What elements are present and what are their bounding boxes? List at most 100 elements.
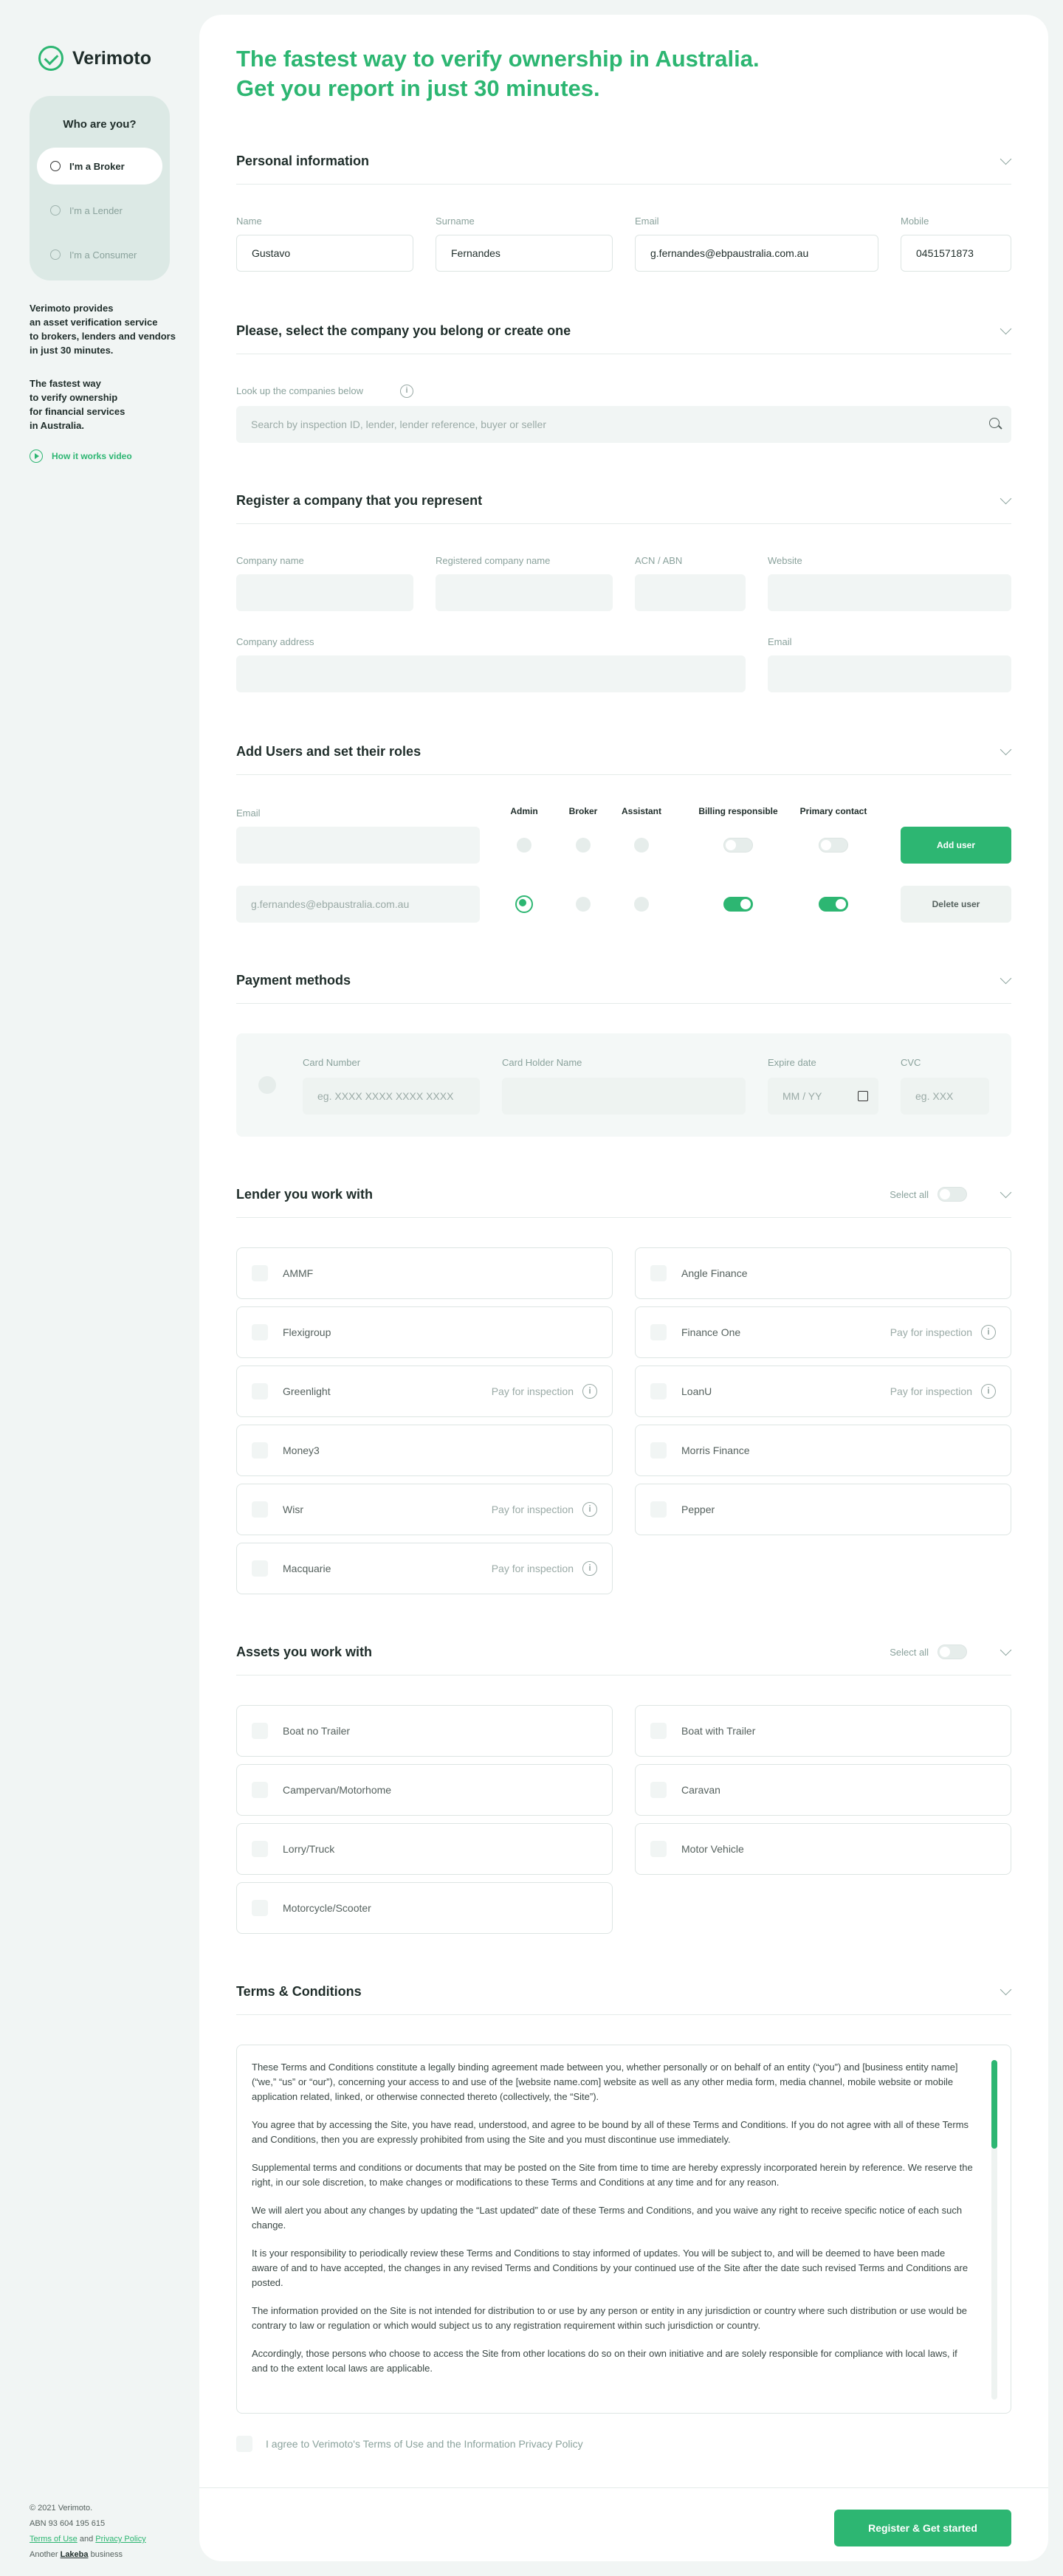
section-personal[interactable]: Personal information (236, 140, 1012, 185)
registered-name-field[interactable] (436, 574, 613, 611)
checkbox[interactable] (650, 1265, 667, 1281)
info-icon[interactable]: i (582, 1502, 597, 1517)
role-lender[interactable]: I'm a Lender (37, 192, 162, 229)
section-terms[interactable]: Terms & Conditions (236, 1971, 1012, 2015)
chevron-down-icon[interactable] (1000, 323, 1012, 335)
option-item[interactable]: LoanU Pay for inspection i (635, 1366, 1011, 1417)
checkbox[interactable] (252, 1841, 268, 1857)
option-item[interactable]: Money3 (236, 1425, 613, 1476)
website-field[interactable] (768, 574, 1011, 611)
option-item[interactable]: Motor Vehicle (635, 1823, 1011, 1875)
cvc-input[interactable]: eg. XXX (901, 1078, 989, 1115)
checkbox[interactable] (650, 1723, 667, 1739)
new-user-email-input[interactable] (236, 827, 480, 864)
checkbox[interactable] (252, 1560, 268, 1577)
delete-user-button[interactable]: Delete user (901, 886, 1011, 923)
checkbox[interactable] (252, 1501, 268, 1518)
option-item[interactable]: Caravan (635, 1764, 1011, 1816)
option-item[interactable]: Lorry/Truck (236, 1823, 613, 1875)
option-item[interactable]: AMMF (236, 1247, 613, 1299)
chevron-down-icon[interactable] (1000, 492, 1012, 505)
broker-radio[interactable] (576, 897, 591, 912)
checkbox[interactable] (650, 1442, 667, 1459)
scrollbar-thumb[interactable] (991, 2060, 997, 2149)
checkbox[interactable] (650, 1782, 667, 1798)
option-item[interactable]: Campervan/Motorhome (236, 1764, 613, 1816)
payment-radio[interactable] (258, 1076, 276, 1094)
option-item[interactable]: Boat with Trailer (635, 1705, 1011, 1757)
option-item[interactable]: Pepper (635, 1484, 1011, 1535)
checkbox[interactable] (252, 1900, 268, 1916)
option-item[interactable]: Greenlight Pay for inspection i (236, 1366, 613, 1417)
option-item[interactable]: Wisr Pay for inspection i (236, 1484, 613, 1535)
checkbox[interactable] (252, 1383, 268, 1399)
info-icon[interactable]: i (981, 1325, 996, 1340)
section-register-company[interactable]: Register a company that you represent (236, 480, 1012, 524)
option-item[interactable]: Motorcycle/Scooter (236, 1882, 613, 1934)
add-user-button[interactable]: Add user (901, 827, 1011, 864)
billing-toggle[interactable] (723, 838, 753, 853)
calendar-icon[interactable] (858, 1091, 868, 1101)
address-field[interactable] (236, 655, 746, 692)
select-all-toggle[interactable] (938, 1187, 967, 1202)
email-field[interactable]: g.fernandes@ebpaustralia.com.au (635, 235, 878, 272)
chevron-down-icon[interactable] (1000, 1983, 1012, 1996)
checkbox[interactable] (650, 1324, 667, 1340)
checkbox[interactable] (650, 1383, 667, 1399)
logo[interactable]: Verimoto (38, 46, 151, 71)
option-item[interactable]: Angle Finance (635, 1247, 1011, 1299)
option-item[interactable]: Morris Finance (635, 1425, 1011, 1476)
how-it-works-link[interactable]: How it works video (30, 450, 132, 463)
company-search-input[interactable]: Search by inspection ID, lender, lender … (236, 406, 1011, 443)
chevron-down-icon[interactable] (1000, 153, 1012, 165)
checkbox[interactable] (650, 1841, 667, 1857)
role-broker[interactable]: I'm a Broker (37, 148, 162, 185)
terms-link[interactable]: Terms of Use (30, 2535, 78, 2544)
chevron-down-icon[interactable] (1000, 743, 1012, 756)
company-name-field[interactable] (236, 574, 413, 611)
assets-select-all[interactable]: Select all (890, 1645, 967, 1659)
acn-field[interactable] (635, 574, 746, 611)
section-payment[interactable]: Payment methods (236, 960, 1012, 1004)
name-field[interactable]: Gustavo (236, 235, 413, 272)
chevron-down-icon[interactable] (1000, 1186, 1012, 1199)
section-lenders[interactable]: Lender you work with Select all (236, 1174, 1012, 1218)
option-item[interactable]: Boat no Trailer (236, 1705, 613, 1757)
role-consumer[interactable]: I'm a Consumer (37, 236, 162, 273)
section-company-select[interactable]: Please, select the company you belong or… (236, 310, 1012, 354)
agree-checkbox-row[interactable]: I agree to Verimoto's Terms of Use and t… (236, 2436, 583, 2452)
register-button[interactable]: Register & Get started (834, 2510, 1011, 2546)
checkbox[interactable] (252, 1324, 268, 1340)
broker-radio[interactable] (576, 838, 591, 853)
select-all-toggle[interactable] (938, 1645, 967, 1659)
info-icon[interactable]: i (582, 1384, 597, 1399)
holder-input[interactable] (502, 1078, 746, 1115)
checkbox[interactable] (650, 1501, 667, 1518)
expire-input[interactable]: MM / YY (768, 1078, 878, 1115)
company-email-field[interactable] (768, 655, 1011, 692)
admin-radio-checked[interactable] (515, 895, 533, 913)
info-icon[interactable]: i (981, 1384, 996, 1399)
chevron-down-icon[interactable] (1000, 972, 1012, 985)
lenders-select-all[interactable]: Select all (890, 1187, 967, 1202)
scrollbar[interactable] (991, 2060, 997, 2400)
agree-checkbox[interactable] (236, 2436, 252, 2452)
terms-box[interactable]: These Terms and Conditions constitute a … (236, 2045, 1011, 2414)
admin-radio[interactable] (517, 838, 532, 853)
billing-toggle-on[interactable] (723, 897, 753, 912)
card-number-input[interactable]: eg. XXXX XXXX XXXX XXXX (303, 1078, 480, 1115)
checkbox[interactable] (252, 1782, 268, 1798)
option-item[interactable]: Macquarie Pay for inspection i (236, 1543, 613, 1594)
surname-field[interactable]: Fernandes (436, 235, 613, 272)
privacy-link[interactable]: Privacy Policy (95, 2535, 145, 2544)
section-assets[interactable]: Assets you work with Select all (236, 1631, 1012, 1676)
option-item[interactable]: Flexigroup (236, 1306, 613, 1358)
info-icon[interactable]: i (582, 1561, 597, 1576)
primary-toggle[interactable] (819, 838, 848, 853)
checkbox[interactable] (252, 1442, 268, 1459)
info-icon[interactable]: i (400, 385, 413, 398)
search-icon[interactable] (989, 418, 1000, 428)
lakeba-link[interactable]: Lakeba (61, 2550, 89, 2559)
checkbox[interactable] (252, 1723, 268, 1739)
chevron-down-icon[interactable] (1000, 1644, 1012, 1656)
